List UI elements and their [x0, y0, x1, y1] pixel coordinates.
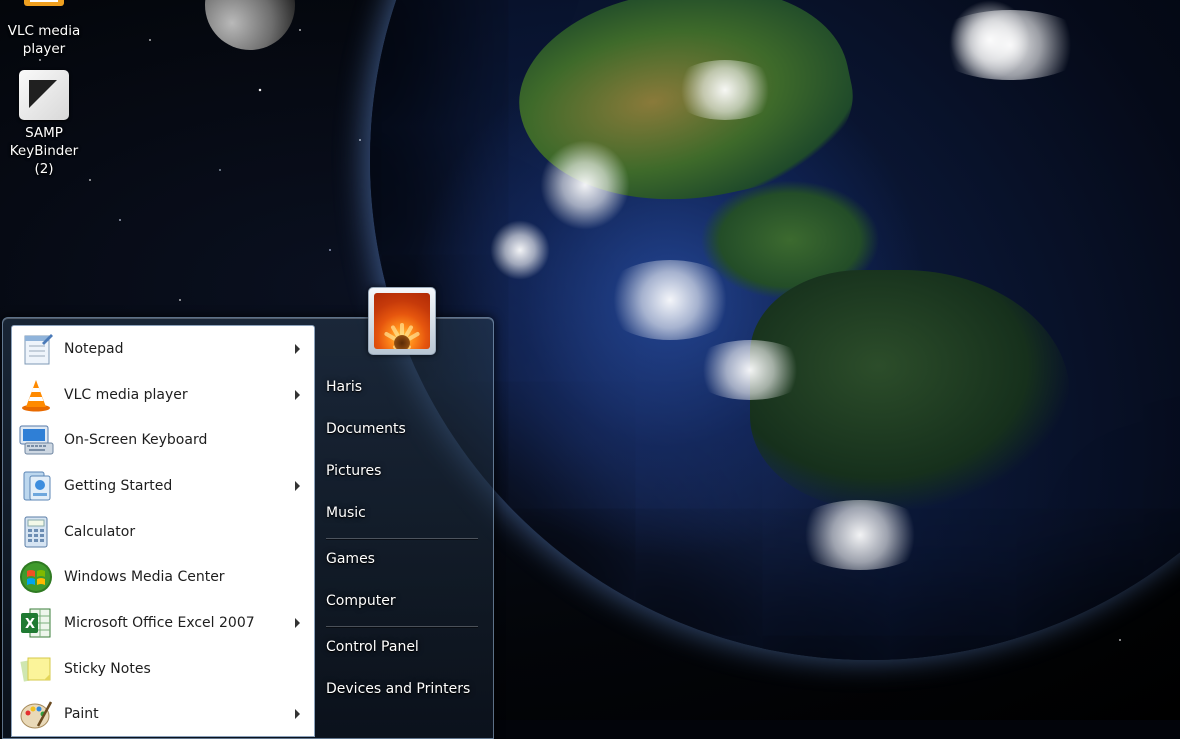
samp-keybinder-icon — [19, 70, 69, 120]
program-getting-started[interactable]: Getting Started — [12, 463, 314, 509]
desktop-icon-label-line2: player — [22, 41, 66, 57]
program-on-screen-keyboard[interactable]: On-Screen Keyboard — [12, 417, 314, 463]
sticky-notes-icon — [16, 649, 56, 689]
desktop-icon-label-line2: KeyBinder (2) — [9, 143, 79, 177]
program-label: Microsoft Office Excel 2007 — [64, 614, 255, 631]
program-label: Getting Started — [64, 477, 173, 494]
start-menu: Notepad VLC media player On-Screen Keybo… — [2, 317, 494, 739]
desktop-icon-vlc[interactable]: VLC media player — [0, 0, 88, 58]
desktop-icon-label-line1: VLC media — [7, 23, 81, 39]
start-link-music[interactable]: Music — [326, 505, 366, 521]
submenu-arrow-icon[interactable] — [295, 343, 300, 354]
user-account-picture[interactable] — [368, 287, 436, 355]
program-vlc-media-player[interactable]: VLC media player — [12, 372, 314, 418]
desktop-icon-label-line1: SAMP — [25, 125, 63, 141]
program-sticky-notes[interactable]: Sticky Notes — [12, 646, 314, 692]
submenu-arrow-icon[interactable] — [295, 617, 300, 628]
submenu-arrow-icon[interactable] — [295, 709, 300, 720]
program-label: Notepad — [64, 340, 124, 357]
program-microsoft-office-excel-2007[interactable]: X Microsoft Office Excel 2007 — [12, 600, 314, 646]
program-windows-media-center[interactable]: Windows Media Center — [12, 554, 314, 600]
start-link-devices-and-printers[interactable]: Devices and Printers — [326, 681, 470, 697]
notepad-icon — [16, 329, 56, 369]
submenu-arrow-icon[interactable] — [295, 480, 300, 491]
submenu-arrow-icon[interactable] — [295, 389, 300, 400]
program-label: Sticky Notes — [64, 660, 151, 677]
start-link-games[interactable]: Games — [326, 551, 375, 567]
program-label: Calculator — [64, 523, 136, 540]
start-link-computer[interactable]: Computer — [326, 593, 396, 609]
start-link-documents[interactable]: Documents — [326, 421, 406, 437]
program-notepad[interactable]: Notepad — [12, 326, 314, 372]
paint-palette-icon — [16, 694, 56, 734]
start-link-user[interactable]: Haris — [326, 379, 362, 395]
program-calculator[interactable]: Calculator — [12, 509, 314, 555]
start-links-separator — [326, 538, 478, 539]
vlc-cone-icon — [20, 0, 68, 18]
start-link-control-panel[interactable]: Control Panel — [326, 639, 419, 655]
vlc-cone-icon — [16, 375, 56, 415]
windows-orb-icon — [16, 557, 56, 597]
svg-text:X: X — [25, 617, 35, 632]
program-label: Windows Media Center — [64, 569, 225, 586]
program-paint[interactable]: Paint — [12, 692, 314, 737]
start-links-separator — [326, 626, 478, 627]
calculator-icon — [16, 512, 56, 552]
flower-user-icon — [374, 293, 430, 349]
program-label: VLC media player — [64, 386, 188, 403]
excel-icon: X — [16, 603, 56, 643]
keyboard-icon — [16, 420, 56, 460]
program-label: On-Screen Keyboard — [64, 432, 208, 449]
pinned-programs-list: Notepad VLC media player On-Screen Keybo… — [11, 325, 315, 737]
start-link-pictures[interactable]: Pictures — [326, 463, 381, 479]
desktop-icon-samp-keybinder[interactable]: SAMP KeyBinder (2) — [0, 70, 88, 178]
getting-started-icon — [16, 466, 56, 506]
